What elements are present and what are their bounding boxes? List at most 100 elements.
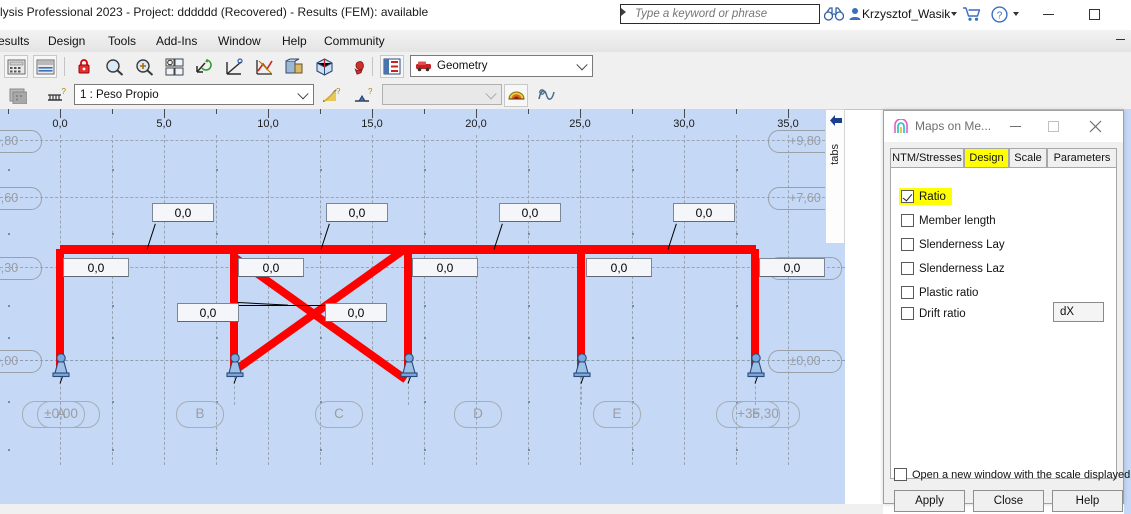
tab-scale[interactable]: Scale — [1009, 148, 1047, 168]
dimension-icon[interactable] — [222, 55, 246, 78]
chevron-down-icon — [297, 87, 309, 99]
open-new-window-checkbox[interactable] — [894, 468, 907, 481]
lock-icon[interactable] — [72, 55, 96, 78]
menu-item-design[interactable]: Design — [44, 33, 89, 49]
plastic-ratio-label: Plastic ratio — [919, 286, 979, 299]
ruler-label-7: 35,0 — [777, 118, 799, 130]
search-dropdown-arrow-icon[interactable] — [621, 8, 626, 16]
menu-item-community[interactable]: Community — [320, 33, 389, 49]
slenderness-lay-checkbox[interactable] — [901, 238, 914, 251]
zoom-in-icon[interactable] — [132, 55, 156, 78]
help-circle-icon[interactable]: ? — [988, 4, 1010, 24]
menu-item-help[interactable]: Help — [278, 33, 311, 49]
dialog-close-button[interactable] — [1076, 111, 1114, 141]
wrench-icon[interactable] — [344, 55, 368, 78]
maps-on-members-dialog[interactable]: Maps on Me... NTM/Stresses Design Scale … — [883, 110, 1130, 512]
user-name-label[interactable]: Krzysztof_Wasik — [862, 7, 950, 21]
dialog-title: Maps on Me... — [915, 119, 992, 133]
menu-item-results[interactable]: esults — [0, 33, 33, 49]
drift-direction-combo[interactable]: dX — [1053, 302, 1104, 322]
support-pinned[interactable] — [50, 352, 72, 383]
mdi-restore-dash-icon[interactable] — [1116, 39, 1125, 40]
load-case-icon[interactable]: ? — [44, 84, 68, 107]
apply-button[interactable]: Apply — [894, 490, 965, 512]
display-mode-combo[interactable]: Geometry — [410, 55, 593, 77]
checkbox-row-open-new-window[interactable]: Open a new window with the scale display… — [894, 468, 1130, 481]
minimize-icon — [1009, 125, 1021, 127]
display-mode-value: Geometry — [437, 60, 488, 72]
refresh-view-icon[interactable] — [192, 55, 216, 78]
toolbar-separator — [372, 57, 373, 76]
arrow-left-icon[interactable] — [829, 114, 843, 132]
slenderness-laz-checkbox[interactable] — [901, 262, 914, 275]
display-settings-icon[interactable] — [380, 55, 404, 78]
ruler-label-6: 30,0 — [673, 118, 695, 130]
support-pinned[interactable] — [745, 352, 767, 383]
level-badge-left-3: 4,30 — [0, 257, 42, 280]
menu-item-tools[interactable]: Tools — [104, 33, 140, 49]
tab-design[interactable]: Design — [964, 148, 1009, 168]
grid-line-v — [684, 135, 685, 465]
checkbox-row-plastic-ratio[interactable]: Plastic ratio — [901, 286, 978, 299]
drift-ratio-checkbox[interactable] — [901, 307, 914, 320]
title-bar: lysis Professional 2023 - Project: ddddd… — [0, 0, 1131, 31]
model-viewport[interactable]: 0,0 5,0 10,0 15,0 20,0 25,0 30,0 35,0 ,8… — [0, 109, 845, 514]
tab-parameters[interactable]: Parameters — [1047, 148, 1117, 168]
ruler-label-5: 25,0 — [569, 118, 591, 130]
plastic-ratio-checkbox[interactable] — [901, 286, 914, 299]
ruler-label-3: 15,0 — [361, 118, 383, 130]
calculation-report-icon[interactable] — [33, 55, 57, 78]
window-minimize-button[interactable] — [1025, 0, 1071, 29]
load-case-combo[interactable]: 1 : Peso Propio — [74, 84, 314, 105]
user-menu-caret-icon[interactable] — [951, 12, 957, 16]
grid-line-v — [528, 135, 529, 465]
support-pinned[interactable] — [224, 352, 246, 383]
viewport-right-fill — [1124, 109, 1131, 514]
load-diagram-icon[interactable]: ? — [320, 84, 344, 107]
menu-item-add-ins[interactable]: Add-Ins — [152, 33, 201, 49]
dialog-maximize-button[interactable] — [1034, 111, 1072, 141]
toolbar-separator — [64, 57, 65, 76]
render-view-icon[interactable] — [282, 55, 306, 78]
checkbox-row-slenderness-lay[interactable]: Slenderness Lay — [901, 238, 1005, 251]
load-support-icon[interactable]: ? — [352, 84, 376, 107]
ratio-checkbox[interactable] — [901, 190, 914, 203]
support-pinned[interactable] — [398, 352, 420, 383]
checkbox-row-drift-ratio[interactable]: Drift ratio — [901, 307, 966, 320]
level-badge-left-1: 9,80 — [0, 130, 42, 153]
window-maximize-button[interactable] — [1071, 0, 1117, 29]
tab-ntm-stresses[interactable]: NTM/Stresses — [890, 148, 964, 168]
binoculars-icon[interactable] — [822, 4, 846, 24]
menu-item-window[interactable]: Window — [214, 33, 265, 49]
close-button[interactable]: Close — [973, 490, 1044, 512]
3d-view-icon[interactable] — [312, 55, 336, 78]
shopping-cart-icon[interactable] — [960, 4, 984, 24]
checkbox-row-member-length[interactable]: Member length — [901, 214, 996, 227]
slenderness-lay-label: Slenderness Lay — [919, 238, 1005, 251]
toolbar-primary: Geometry — [0, 52, 1131, 82]
zoom-window-icon[interactable] — [102, 55, 126, 78]
grid-line-v — [372, 135, 373, 465]
dialog-minimize-button[interactable] — [996, 111, 1034, 141]
secondary-combo[interactable] — [382, 84, 502, 105]
diagram-icon[interactable] — [252, 55, 276, 78]
support-pinned[interactable] — [571, 352, 593, 383]
level-badge-right-4: ±0,00 — [768, 350, 842, 373]
map-colors-icon[interactable] — [504, 84, 528, 107]
dialog-title-bar[interactable]: Maps on Me... — [884, 111, 1123, 142]
maximize-icon — [1088, 9, 1100, 20]
checkbox-row-slenderness-laz[interactable]: Slenderness Laz — [901, 262, 1005, 275]
checkbox-row-ratio[interactable]: Ratio — [899, 188, 952, 205]
calculations-icon[interactable] — [4, 55, 28, 78]
view-split-icon[interactable] — [162, 55, 186, 78]
help-button[interactable]: Help — [1052, 490, 1123, 512]
loads-table-icon[interactable] — [6, 84, 30, 107]
help-menu-caret-icon[interactable] — [1013, 12, 1019, 16]
member-length-checkbox[interactable] — [901, 214, 914, 227]
wave-icon[interactable] — [534, 84, 558, 107]
svg-text:?: ? — [61, 87, 66, 96]
dialog-tab-page-design: Ratio Member length Slenderness Lay Slen… — [890, 167, 1117, 479]
tabs-flyout-panel[interactable]: tabs — [825, 109, 845, 244]
load-case-value: 1 : Peso Propio — [80, 88, 159, 101]
search-input[interactable] — [632, 4, 818, 24]
